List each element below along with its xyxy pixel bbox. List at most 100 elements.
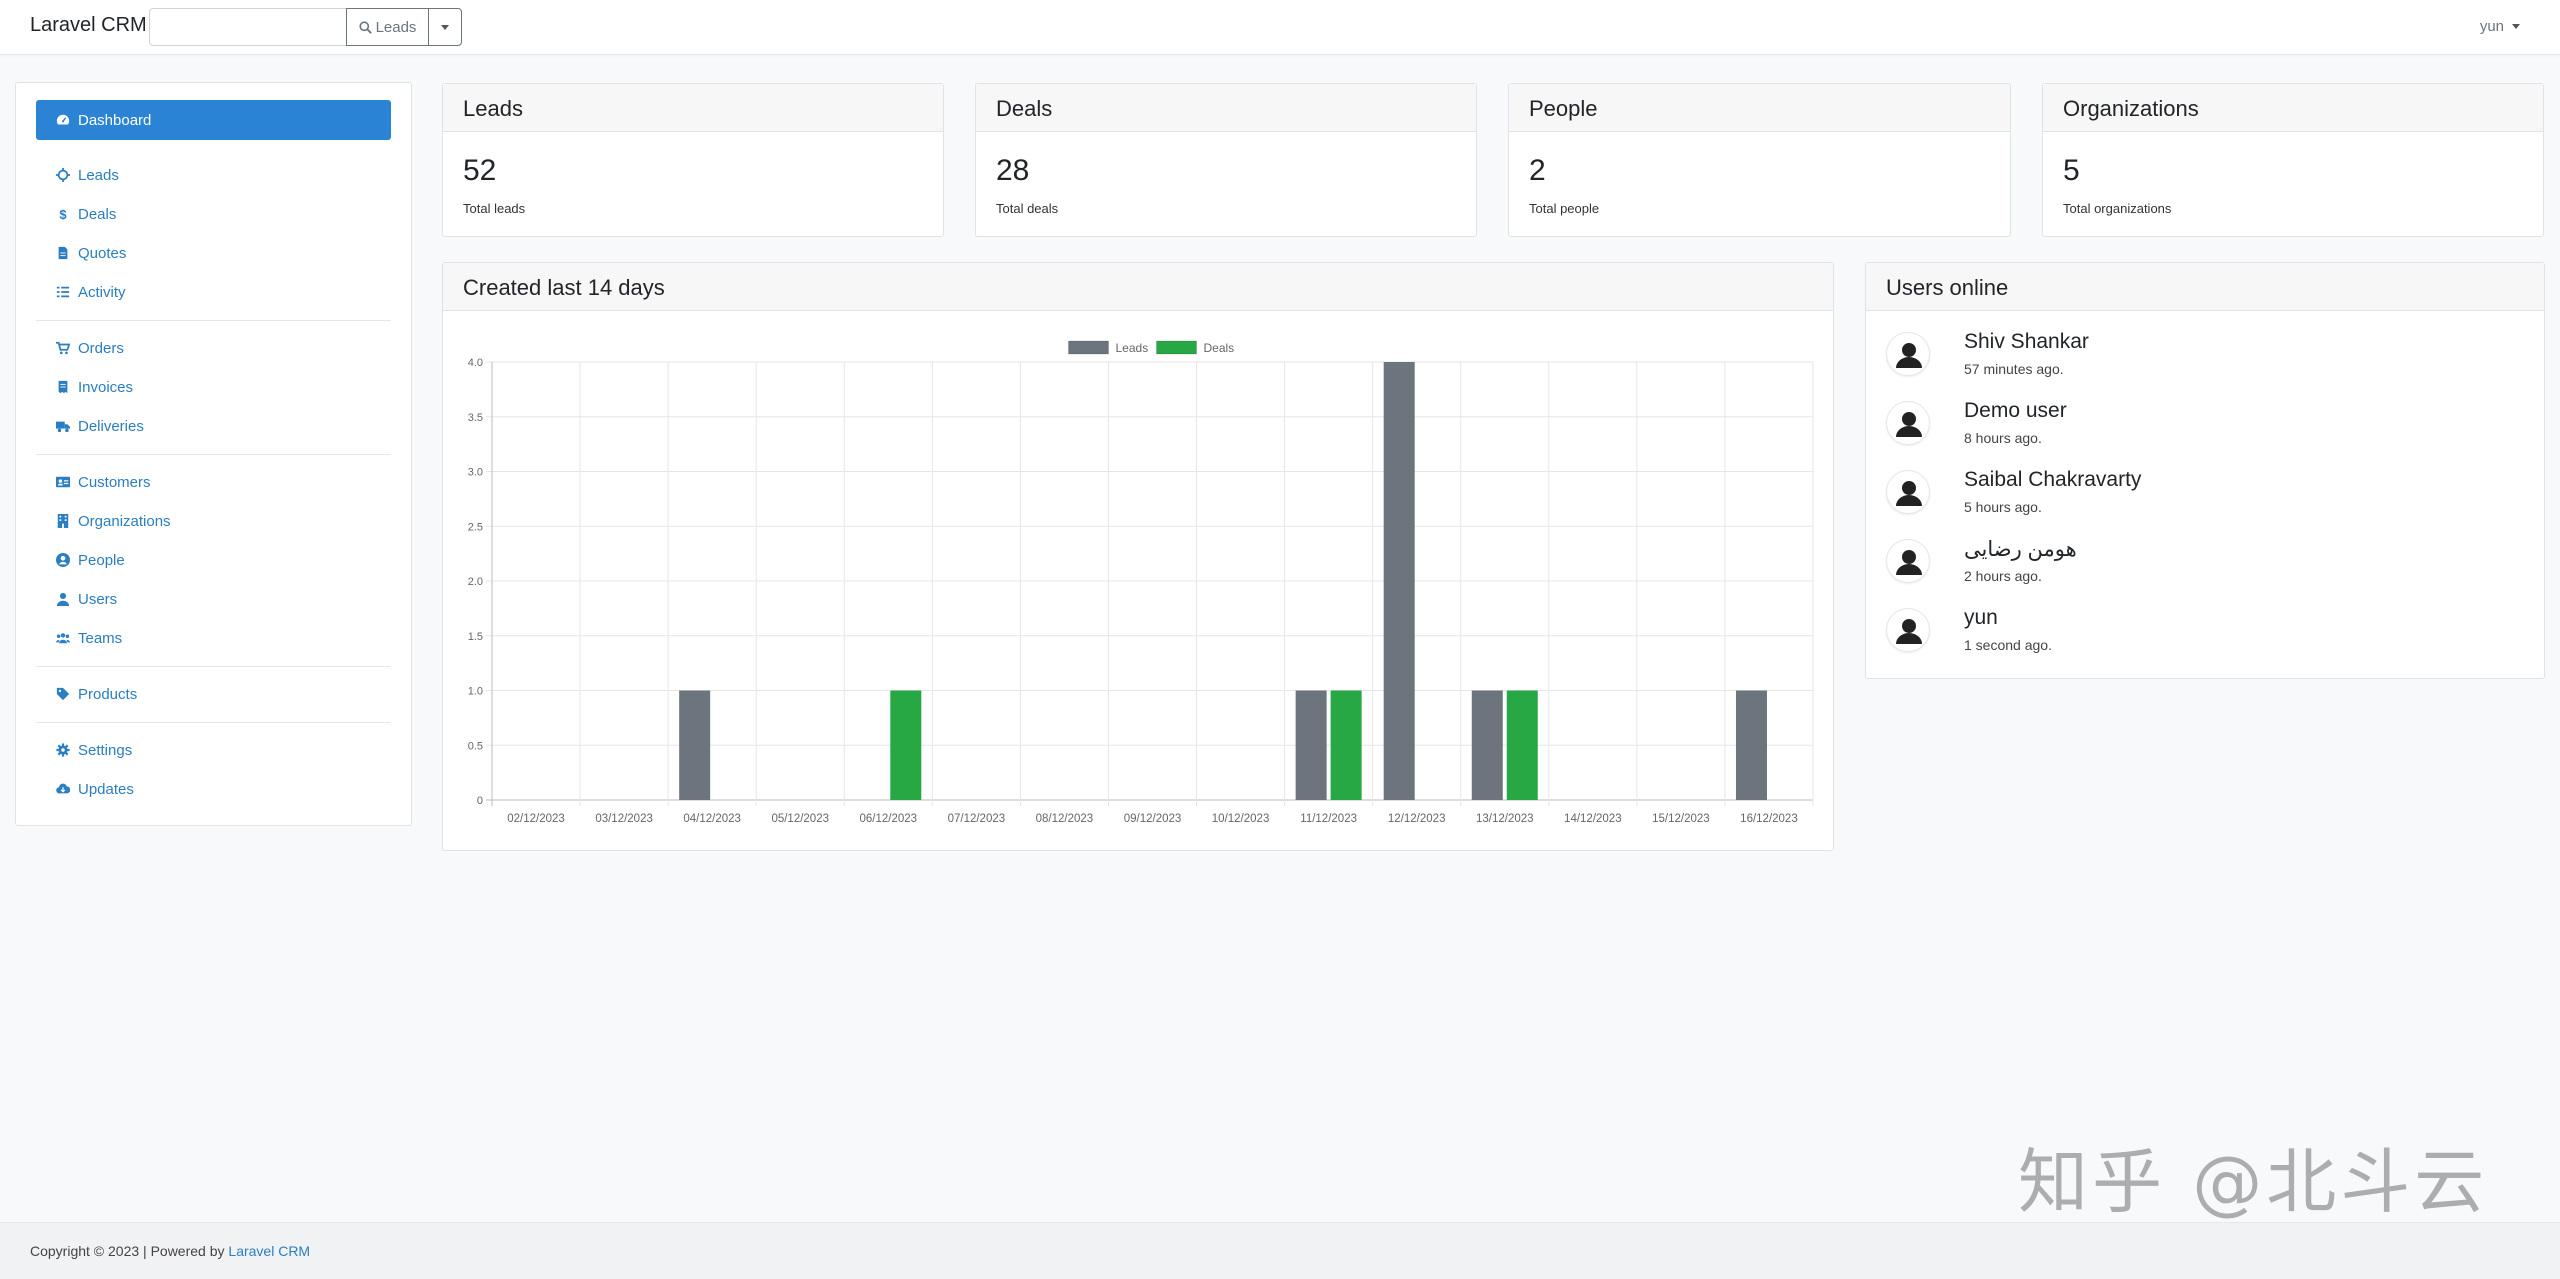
chart-bar-leads: [1735, 690, 1767, 800]
chart-bar-leads: [1471, 690, 1503, 800]
stat-value: 28: [996, 154, 1030, 187]
gear-icon: [56, 743, 70, 757]
online-user-name: Saibal Chakravarty: [1964, 468, 2142, 491]
sidebar-item-users[interactable]: Users: [36, 580, 391, 618]
sidebar-item-label: Products: [78, 685, 138, 703]
sidebar-item-label: Teams: [78, 629, 123, 647]
card-title: Leads: [443, 84, 943, 132]
id-card-icon: [56, 476, 70, 488]
sidebar-item-quotes[interactable]: Quotes: [36, 234, 391, 272]
user-menu[interactable]: yun: [2480, 18, 2520, 35]
online-user-time: 1 second ago.: [1964, 637, 2052, 653]
sidebar-item-deals[interactable]: $ Deals: [36, 195, 391, 233]
search-icon: [358, 20, 372, 34]
sidebar-item-activity[interactable]: Activity: [36, 273, 391, 311]
watermark: 知乎 @北斗云: [2018, 1141, 2489, 1223]
list-icon: [56, 286, 70, 298]
sidebar-item-settings[interactable]: Settings: [36, 731, 391, 769]
x-tick-label: 12/12/2023: [1388, 813, 1446, 825]
y-tick-label: 1.5: [468, 631, 483, 643]
y-tick-label: 3.5: [468, 412, 483, 424]
x-tick-label: 16/12/2023: [1740, 813, 1798, 825]
footer: Copyright © 2023 | Powered by Laravel CR…: [0, 1222, 2560, 1279]
sidebar-item-dashboard[interactable]: Dashboard: [36, 100, 391, 140]
file-icon: [58, 246, 68, 260]
y-tick-label: 2.0: [468, 576, 483, 588]
sidebar-divider: [36, 666, 391, 667]
users-icon: [56, 633, 70, 644]
chart-bar-deals: [1506, 690, 1538, 800]
top-navbar: Laravel CRM Leads yun: [0, 0, 2560, 55]
sidebar-item-deliveries[interactable]: Deliveries: [36, 407, 391, 445]
organizations-stat-card: Organizations 5 Total organizations: [2042, 83, 2544, 237]
sidebar-item-label: Activity: [78, 283, 126, 301]
sidebar-item-teams[interactable]: Teams: [36, 619, 391, 657]
sidebar-item-updates[interactable]: Updates: [36, 770, 391, 808]
sidebar-item-orders[interactable]: Orders: [36, 329, 391, 367]
x-tick-label: 15/12/2023: [1652, 813, 1710, 825]
footer-link[interactable]: Laravel CRM: [228, 1243, 310, 1259]
sidebar-item-label: Orders: [78, 339, 124, 357]
search-button[interactable]: Leads: [346, 8, 429, 46]
brand-logo[interactable]: Laravel CRM: [30, 14, 147, 37]
chart-bar-deals: [890, 690, 922, 800]
online-user-name: Demo user: [1964, 399, 2067, 422]
sidebar-item-customers[interactable]: Customers: [36, 463, 391, 501]
sidebar-item-label: Updates: [78, 780, 134, 798]
x-tick-label: 08/12/2023: [1036, 813, 1094, 825]
sidebar-item-people[interactable]: People: [36, 541, 391, 579]
people-stat-card: People 2 Total people: [1508, 83, 2011, 237]
online-user-time: 8 hours ago.: [1964, 430, 2042, 446]
y-tick-label: 0: [477, 795, 483, 807]
search-input[interactable]: [149, 8, 347, 46]
tag-icon: [56, 687, 70, 701]
stat-label: Total deals: [996, 201, 1059, 216]
user-circle-icon: [56, 553, 70, 567]
sidebar-item-label: Deals: [78, 205, 117, 223]
y-tick-label: 0.5: [468, 740, 483, 752]
crosshairs-icon: [56, 168, 70, 182]
sidebar-item-label: Leads: [78, 166, 119, 184]
sidebar-divider: [36, 320, 391, 321]
online-user-time: 5 hours ago.: [1964, 499, 2042, 515]
avatar: [1886, 539, 1930, 583]
card-title: Organizations: [2043, 84, 2543, 132]
online-user-name: هومن رضایی: [1964, 538, 2077, 561]
sidebar-item-leads[interactable]: Leads: [36, 156, 391, 194]
user-avatar-icon: [1896, 619, 1922, 644]
card-title: Deals: [976, 84, 1476, 132]
x-tick-label: 06/12/2023: [860, 813, 918, 825]
sidebar-divider: [36, 454, 391, 455]
users-online-card: Users online Shiv Shankar 57 minutes ago.…: [1865, 262, 2545, 679]
online-user-time: 2 hours ago.: [1964, 568, 2042, 584]
y-tick-label: 1.0: [468, 686, 483, 698]
truck-icon: [56, 421, 70, 433]
stat-value: 2: [1529, 154, 1546, 187]
sidebar-item-invoices[interactable]: Invoices: [36, 368, 391, 406]
x-tick-label: 14/12/2023: [1564, 813, 1622, 825]
cloud-download-icon: [56, 783, 70, 794]
stat-label: Total people: [1529, 201, 1600, 216]
sidebar-item-organizations[interactable]: Organizations: [36, 502, 391, 540]
chart-bar-leads: [1295, 690, 1327, 800]
chart-bar-deals: [1330, 690, 1362, 800]
card-title: Created last 14 days: [443, 263, 1833, 311]
user-avatar-icon: [1896, 412, 1922, 437]
legend-label: Deals: [1204, 341, 1235, 355]
online-user-time: 57 minutes ago.: [1964, 361, 2064, 377]
sidebar-item-label: Quotes: [78, 244, 127, 262]
online-user-name: yun: [1964, 606, 1998, 629]
chevron-down-icon: [441, 24, 449, 30]
cart-icon: [56, 341, 70, 355]
receipt-icon: [58, 380, 68, 394]
y-tick-label: 4.0: [468, 357, 483, 369]
sidebar-item-products[interactable]: Products: [36, 675, 391, 713]
x-tick-label: 11/12/2023: [1300, 813, 1357, 825]
user-name: yun: [2479, 18, 2504, 35]
sidebar-divider: [36, 722, 391, 723]
stat-value: 52: [463, 154, 497, 187]
sidebar-item-label: Users: [78, 590, 118, 608]
search-type-dropdown[interactable]: [428, 8, 462, 46]
sidebar-item-label: Dashboard: [78, 111, 152, 129]
dollar-icon: $: [59, 206, 67, 222]
